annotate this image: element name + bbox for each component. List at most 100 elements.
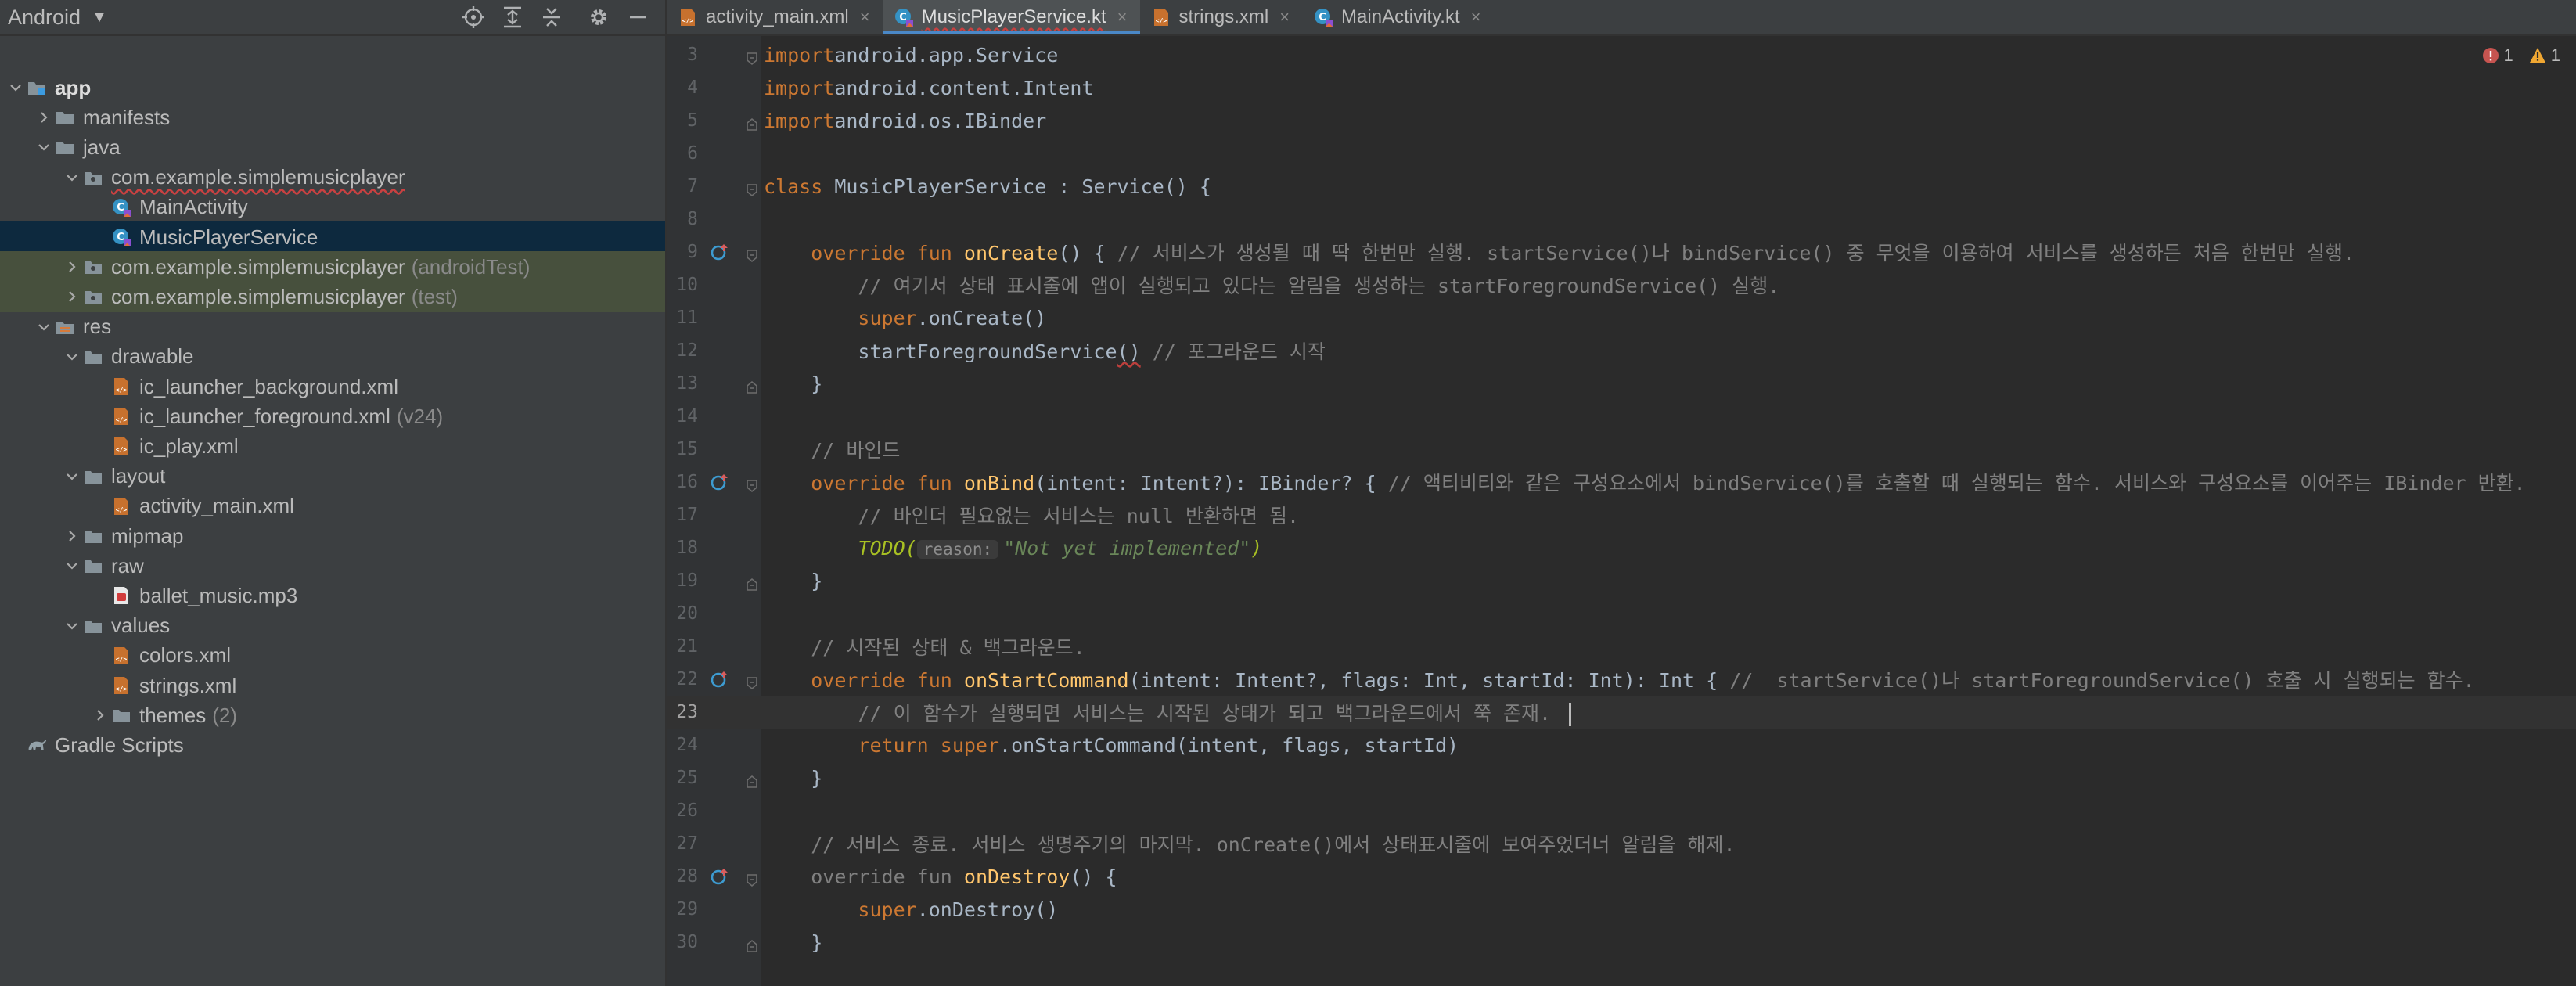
code-line[interactable]: 4 importandroid.content.Intent [667, 71, 2576, 104]
chevron-right-icon[interactable] [34, 110, 53, 124]
fold-start-icon[interactable] [745, 245, 759, 263]
code-line[interactable]: 9 override fun onCreate() { // 서비스가 생성될 … [667, 236, 2576, 268]
close-icon[interactable]: × [860, 7, 870, 27]
code-line[interactable]: 30 } [667, 926, 2576, 959]
gear-icon[interactable] [579, 0, 618, 34]
fold-start-icon[interactable] [745, 672, 759, 690]
code-line[interactable]: 13 } [667, 367, 2576, 400]
tree-item[interactable]: app [0, 72, 665, 103]
fold-end-icon[interactable] [745, 113, 759, 131]
code-line[interactable]: 17 // 바인더 필요없는 서비스는 null 반환하면 됨. [667, 498, 2576, 531]
close-icon[interactable]: × [1117, 7, 1128, 27]
fold-end-icon[interactable] [745, 376, 759, 394]
code-line[interactable]: 14 [667, 400, 2576, 433]
tree-item[interactable]: </> ic_play.xml [0, 430, 665, 462]
override-icon[interactable] [711, 473, 729, 491]
chevron-right-icon[interactable] [63, 290, 81, 304]
chevron-right-icon[interactable] [91, 708, 110, 722]
tree-item[interactable]: C MusicPlayerService [0, 221, 665, 253]
fold-end-icon[interactable] [745, 935, 759, 952]
chevron-down-icon[interactable] [34, 140, 53, 154]
parameter-hint: reason: [916, 539, 999, 559]
tree-item[interactable]: </> activity_main.xml [0, 491, 665, 522]
close-icon[interactable]: × [1471, 7, 1481, 27]
fold-start-icon[interactable] [745, 48, 759, 66]
error-icon [2482, 48, 2499, 63]
tree-item[interactable]: ballet_music.mp3 [0, 580, 665, 611]
close-icon[interactable]: × [1279, 7, 1290, 27]
tree-item[interactable]: com.example.simplemusicplayer (androidTes… [0, 251, 665, 283]
override-icon[interactable] [711, 243, 729, 261]
code-area[interactable]: 3 importandroid.app.Service 4 importandroid… [667, 36, 2576, 986]
code-line[interactable]: 8 [667, 203, 2576, 236]
chevron-down-icon[interactable] [34, 320, 53, 334]
tree-item[interactable]: C MainActivity [0, 192, 665, 223]
editor-tab[interactable]: C MainActivity.kt × [1302, 0, 1493, 34]
code-line[interactable]: 28 override fun onDestroy() { [667, 860, 2576, 893]
tree-item[interactable]: Gradle Scripts [0, 729, 665, 761]
tree-item[interactable]: java [0, 131, 665, 163]
code-line[interactable]: 21 // 시작된 상태 & 백그라운드. [667, 630, 2576, 663]
code-line[interactable]: 24 return super.onStartCommand(intent, f… [667, 729, 2576, 761]
code-line[interactable]: 5 importandroid.os.IBinder [667, 104, 2576, 137]
editor-tab[interactable]: </> strings.xml × [1140, 0, 1303, 34]
code-line[interactable]: 29 super.onDestroy() [667, 893, 2576, 926]
chevron-down-icon[interactable] [63, 559, 81, 573]
tree-item[interactable]: mipmap [0, 520, 665, 552]
error-indicator[interactable]: 1 [2482, 45, 2513, 66]
code-line[interactable]: 18 TODO(reason: "Not yet implemented") [667, 531, 2576, 564]
expand-all-icon[interactable] [493, 0, 532, 34]
warning-indicator[interactable]: 1 [2529, 45, 2560, 66]
override-icon[interactable] [711, 867, 729, 886]
tree-item[interactable]: </> ic_launcher_foreground.xml (v24) [0, 401, 665, 432]
tree-item[interactable]: </> ic_launcher_background.xml [0, 371, 665, 402]
code-line[interactable]: 16 override fun onBind(intent: Intent?):… [667, 466, 2576, 498]
tree-item[interactable]: raw [0, 550, 665, 581]
chevron-down-icon[interactable] [63, 171, 81, 185]
override-icon[interactable] [711, 670, 729, 689]
code-line[interactable]: 11 super.onCreate() [667, 301, 2576, 334]
fold-start-icon[interactable] [745, 179, 759, 197]
svg-text:</>: </> [116, 656, 128, 663]
code-line[interactable]: 20 [667, 597, 2576, 630]
tree-item[interactable]: drawable [0, 341, 665, 372]
code-line[interactable]: 23 // 이 함수가 실행되면 서비스는 시작된 상태가 되고 백그라운드에서… [667, 696, 2576, 729]
tree-item[interactable]: </> strings.xml [0, 670, 665, 701]
chevron-down-icon[interactable] [63, 470, 81, 484]
code-line[interactable]: 19 } [667, 564, 2576, 597]
chevron-right-icon[interactable] [63, 260, 81, 274]
tree-item[interactable]: com.example.simplemusicplayer [0, 162, 665, 193]
tree-item[interactable]: layout [0, 461, 665, 492]
tree-item[interactable]: </> colors.xml [0, 640, 665, 671]
chevron-right-icon[interactable] [63, 529, 81, 543]
locate-icon[interactable] [454, 0, 493, 34]
tree-item[interactable]: values [0, 610, 665, 642]
code-line[interactable]: 27 // 서비스 종료. 서비스 생명주기의 마지막. onCreate()에… [667, 827, 2576, 860]
fold-start-icon[interactable] [745, 869, 759, 887]
code-line[interactable]: 22 override fun onStartCommand(intent: I… [667, 663, 2576, 696]
tree-item[interactable]: res [0, 311, 665, 343]
minimize-icon[interactable] [618, 0, 657, 34]
collapse-all-icon[interactable] [532, 0, 571, 34]
tree-item[interactable]: themes (2) [0, 700, 665, 731]
code-token: import [764, 109, 835, 132]
fold-start-icon[interactable] [745, 475, 759, 493]
editor-tab[interactable]: </> activity_main.xml × [667, 0, 883, 34]
code-line[interactable]: 3 importandroid.app.Service [667, 38, 2576, 71]
code-line[interactable]: 12 startForegroundService() // 포그라운드 시작 [667, 334, 2576, 367]
fold-end-icon[interactable] [745, 574, 759, 591]
code-line[interactable]: 10 // 여기서 상태 표시줄에 앱이 실행되고 있다는 알림을 생성하는 s… [667, 268, 2576, 301]
code-line[interactable]: 25 } [667, 761, 2576, 794]
chevron-down-icon[interactable] [63, 619, 81, 633]
inspection-indicators[interactable]: 1 1 [2482, 45, 2576, 66]
editor-tab[interactable]: C MusicPlayerService.kt × [882, 0, 1140, 34]
code-line[interactable]: 7 class MusicPlayerService : Service() { [667, 170, 2576, 203]
chevron-down-icon[interactable] [63, 350, 81, 364]
code-line[interactable]: 15 // 바인드 [667, 433, 2576, 466]
tree-item[interactable]: manifests [0, 102, 665, 133]
tree-item[interactable]: com.example.simplemusicplayer (test) [0, 281, 665, 313]
code-line[interactable]: 6 [667, 137, 2576, 170]
chevron-down-icon[interactable] [6, 81, 25, 95]
code-line[interactable]: 26 [667, 794, 2576, 827]
fold-end-icon[interactable] [745, 771, 759, 788]
